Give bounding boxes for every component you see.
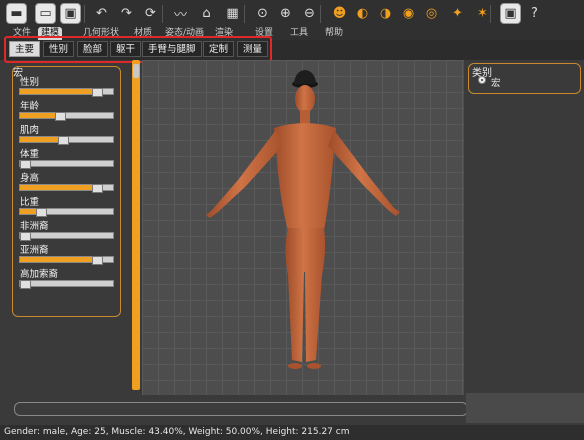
slider-fill [20, 89, 102, 94]
reset-icon[interactable]: ⟳ [140, 3, 161, 24]
toolbar-separator [244, 5, 245, 23]
slider-knob[interactable] [92, 184, 104, 193]
symmetry-icon[interactable]: ✦ [447, 3, 468, 24]
menu-item[interactable]: 姿态/动画 [162, 27, 207, 40]
subtab[interactable]: 主要 [9, 41, 41, 57]
menu-item[interactable]: 渲染 [212, 27, 236, 40]
save-icon[interactable]: ▣ [60, 3, 81, 24]
toolbar-separator [84, 5, 85, 23]
slider-knob[interactable] [20, 160, 31, 169]
toolbar-separator [490, 5, 491, 23]
slider-track[interactable] [19, 136, 114, 145]
menu-item[interactable]: 建模 [38, 27, 63, 40]
wireframe-icon[interactable]: 〰 [170, 3, 191, 24]
slider-track[interactable] [19, 88, 114, 97]
menu-item[interactable]: 几何形状 [80, 27, 122, 40]
slider-label: 年龄 [20, 101, 40, 112]
menu-item[interactable]: 帮助 [322, 27, 346, 40]
bottom-view-icon[interactable]: ◎ [421, 3, 442, 24]
menu-item[interactable]: 材质 [131, 27, 155, 40]
slider-track[interactable] [19, 112, 114, 121]
3d-viewport[interactable] [142, 60, 464, 395]
slider-fill [20, 113, 60, 118]
subtab[interactable]: 躯干 [110, 41, 142, 57]
zoom-out-icon[interactable]: ⊖ [299, 3, 320, 24]
slider-label: 肌肉 [20, 125, 40, 136]
subtab[interactable]: 性别 [43, 41, 75, 57]
top-view-icon[interactable]: ◉ [398, 3, 419, 24]
toggle-view-icon[interactable]: ▬ [6, 3, 27, 24]
toolbar-separator [162, 5, 163, 23]
side-view-icon[interactable]: ◐ [352, 3, 373, 24]
slider-fill [20, 185, 102, 190]
back-view-icon[interactable]: ◑ [375, 3, 396, 24]
zoom-in-icon[interactable]: ⊕ [275, 3, 296, 24]
menu-item[interactable]: 工具 [287, 27, 311, 40]
slider-fill [20, 137, 63, 142]
left-scrollbar-thumb[interactable] [133, 64, 139, 78]
slider-track[interactable] [19, 184, 114, 193]
zoom-fit-icon[interactable]: ⊙ [252, 3, 273, 24]
undo-icon[interactable]: ↶ [91, 3, 112, 24]
subtab[interactable]: 定制 [203, 41, 235, 57]
subtab[interactable]: 脸部 [77, 41, 109, 57]
help-icon[interactable]: ? [524, 3, 545, 24]
redo-icon[interactable]: ↷ [116, 3, 137, 24]
command-input[interactable] [14, 402, 468, 416]
slider-fill [20, 257, 102, 262]
menu-item[interactable]: 设置 [252, 27, 276, 40]
macro-radio-button[interactable] [478, 76, 486, 84]
mesh-icon[interactable]: ⌂ [196, 3, 217, 24]
slider-label: 亚洲裔 [20, 245, 49, 256]
slider-label: 非洲裔 [20, 221, 49, 232]
menu-item[interactable]: 文件 [10, 27, 34, 40]
slider-track[interactable] [19, 160, 114, 169]
slider-label: 身高 [20, 173, 40, 184]
human-model [206, 70, 400, 369]
bottom-area [466, 393, 584, 423]
slider-track[interactable] [19, 256, 114, 265]
slider-knob[interactable] [92, 256, 104, 265]
slider-knob[interactable] [92, 88, 104, 97]
slider-knob[interactable] [55, 112, 67, 121]
slider-track[interactable] [19, 232, 114, 241]
left-scrollbar[interactable] [132, 60, 140, 390]
slider-knob[interactable] [20, 232, 31, 241]
toolbar-separator [320, 5, 321, 23]
slider-label: 体重 [20, 149, 40, 160]
slider-label: 高加索裔 [20, 269, 59, 280]
slider-track[interactable] [19, 280, 114, 289]
slider-knob[interactable] [36, 208, 48, 217]
slider-label: 比重 [20, 197, 40, 208]
slider-knob[interactable] [57, 136, 69, 145]
open-folder-icon[interactable]: ▭ [35, 3, 56, 24]
subtab[interactable]: 手臂与腿脚 [142, 41, 202, 57]
slider-knob[interactable] [20, 280, 31, 289]
screenshot-icon[interactable]: ▣ [500, 3, 521, 24]
subtab[interactable]: 测量 [237, 41, 269, 57]
front-view-icon[interactable]: ☻ [329, 3, 350, 24]
checker-icon[interactable]: ▦ [222, 3, 243, 24]
slider-label: 性别 [20, 77, 40, 88]
slider-track[interactable] [19, 208, 114, 217]
macro-radio-label: 宏 [491, 78, 501, 89]
status-bar: Gender: male, Age: 25, Muscle: 43.40%, W… [0, 425, 584, 440]
